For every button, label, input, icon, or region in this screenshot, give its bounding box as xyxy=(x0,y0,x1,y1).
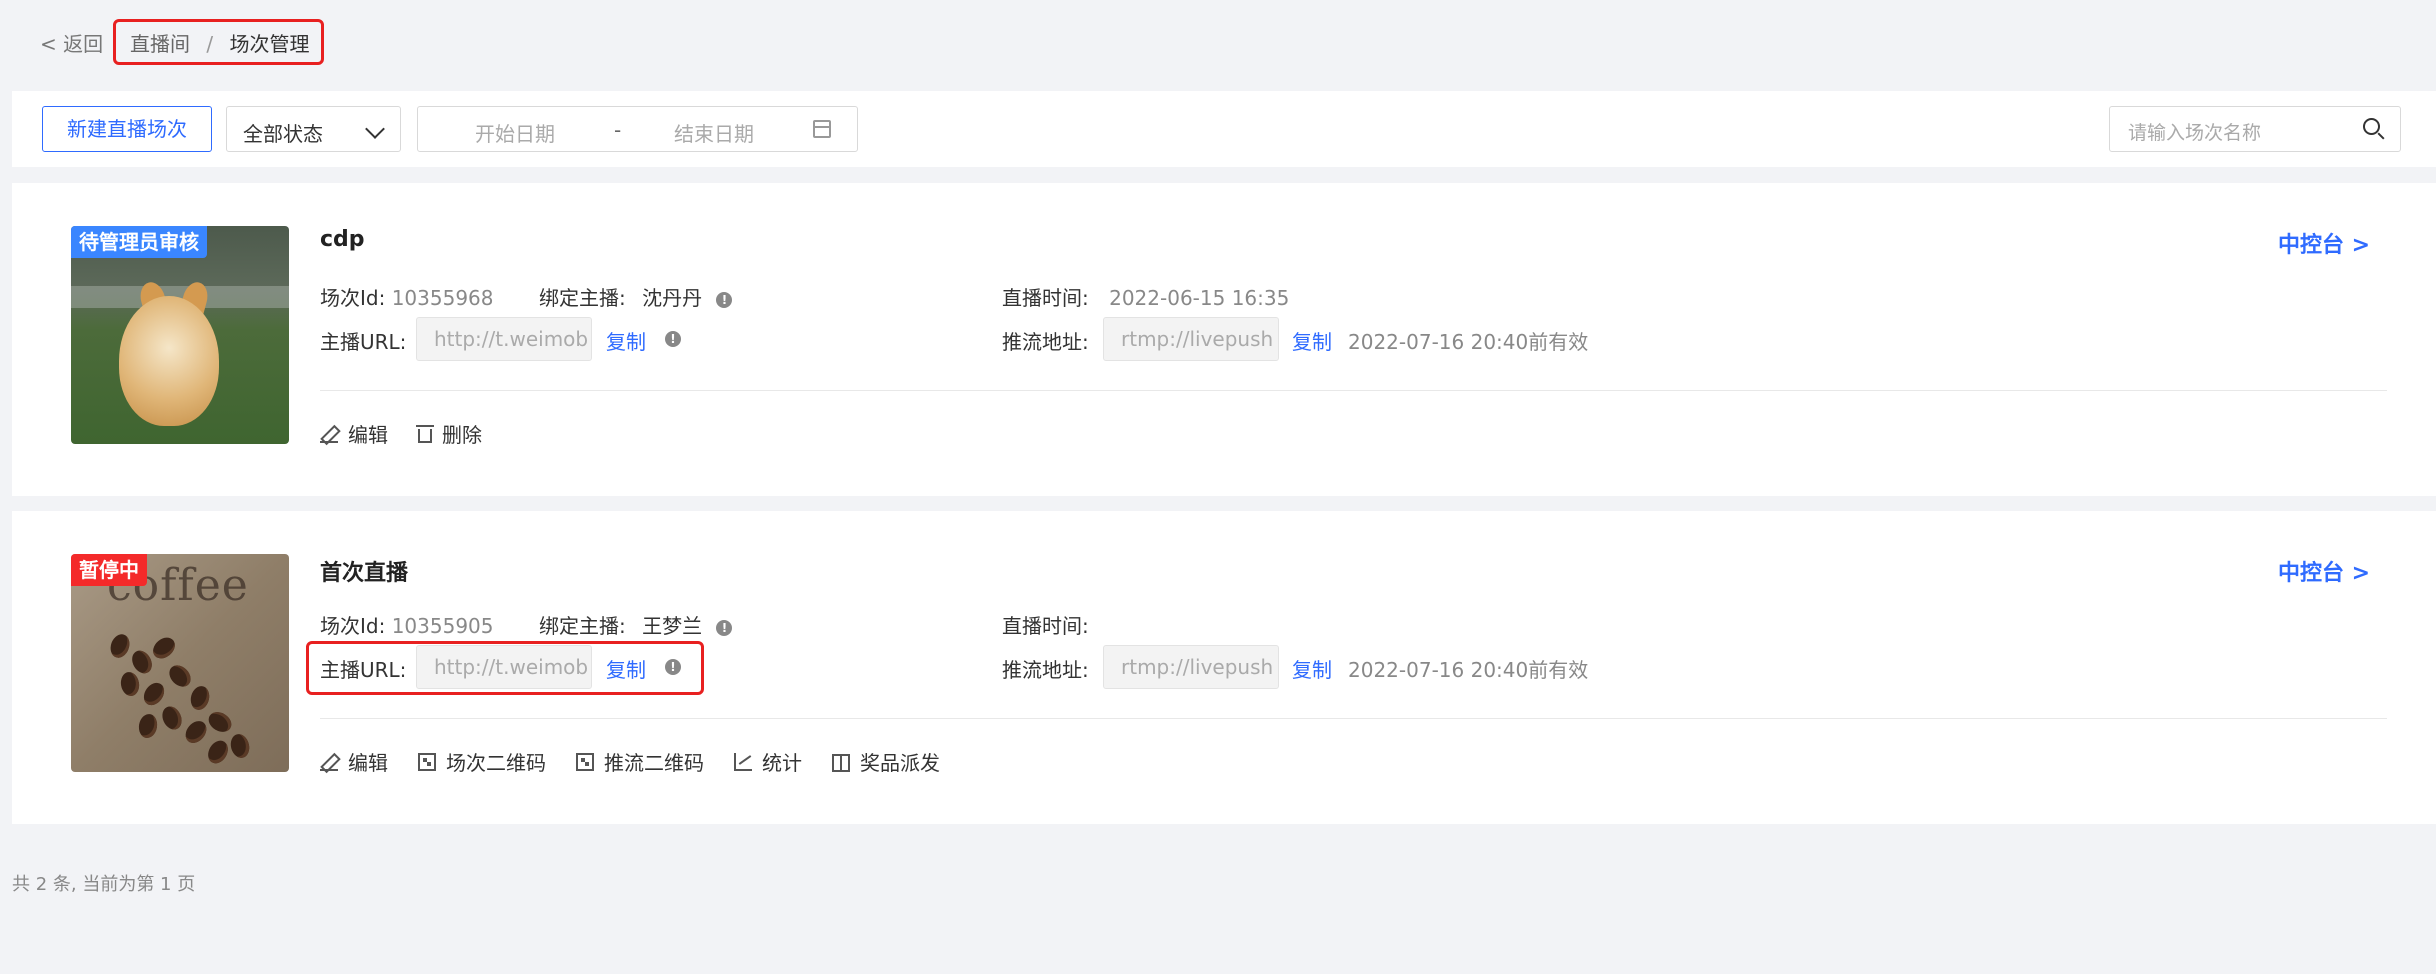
chevron-down-icon xyxy=(365,119,385,139)
session-cover-image xyxy=(71,226,289,444)
info-icon[interactable]: ! xyxy=(665,659,681,675)
push-url-expiry: 2022-07-16 20:40前有效 xyxy=(1348,330,1589,354)
session-id-value: 10355905 xyxy=(391,614,494,638)
copy-push-url-button[interactable]: 复制 xyxy=(1292,326,1332,355)
anchor-name: 王梦兰 xyxy=(642,614,703,638)
line-chart-icon xyxy=(734,752,752,771)
anchor-row: 绑定主播: 沈丹丹 ! xyxy=(539,282,733,311)
info-icon[interactable]: ! xyxy=(716,291,733,308)
session-cover-image: coffee xyxy=(71,554,289,772)
status-select[interactable]: 全部状态 xyxy=(226,106,401,152)
trash-icon xyxy=(416,424,434,443)
edit-icon xyxy=(320,753,338,771)
anchor-label: 绑定主播: xyxy=(539,286,626,310)
calendar-icon[interactable] xyxy=(813,120,831,138)
search-input[interactable]: 请输入场次名称 xyxy=(2109,106,2401,152)
anchor-url-label: 主播URL: xyxy=(320,330,407,354)
push-url-field[interactable]: rtmp://livepush xyxy=(1103,317,1279,361)
search-placeholder: 请输入场次名称 xyxy=(2128,122,2262,144)
anchor-name: 沈丹丹 xyxy=(642,286,703,310)
statistics-label: 统计 xyxy=(762,751,802,775)
edit-icon xyxy=(320,425,338,443)
anchor-url-field[interactable]: http://t.weimob xyxy=(416,645,592,689)
session-id-row: 场次Id: 10355968 xyxy=(320,282,494,311)
prize-distribution-label: 奖品派发 xyxy=(860,751,940,775)
new-session-button[interactable]: 新建直播场次 xyxy=(42,106,212,152)
filter-toolbar: 新建直播场次 全部状态 开始日期 - 结束日期 请输入场次名称 xyxy=(12,91,2436,167)
edit-label: 编辑 xyxy=(348,751,388,775)
push-url-field[interactable]: rtmp://livepush xyxy=(1103,645,1279,689)
session-title: cdp xyxy=(320,227,365,252)
status-badge: 待管理员审核 xyxy=(71,226,207,258)
push-qrcode-button[interactable]: 推流二维码 xyxy=(576,747,704,776)
edit-button[interactable]: 编辑 xyxy=(320,747,388,776)
prize-distribution-button[interactable]: 奖品派发 xyxy=(832,747,940,776)
delete-label: 删除 xyxy=(442,423,482,447)
pagination-summary: 共 2 条, 当前为第 1 页 xyxy=(12,874,196,895)
session-id-label: 场次Id: xyxy=(320,614,386,638)
card-actions: 编辑 删除 xyxy=(320,419,512,448)
divider xyxy=(320,390,2387,391)
anchor-url-field[interactable]: http://t.weimob xyxy=(416,317,592,361)
push-url-label: 推流地址: xyxy=(1002,330,1089,354)
session-card: coffee 暂停中 首次直播 中控台 > 场次Id: 10355905 绑定主… xyxy=(12,511,2436,824)
session-card: 待管理员审核 cdp 中控台 > 场次Id: 10355968 绑定主播: 沈丹… xyxy=(12,183,2436,496)
push-qrcode-label: 推流二维码 xyxy=(604,751,704,775)
live-time-label: 直播时间: xyxy=(1002,286,1089,310)
live-time-label: 直播时间: xyxy=(1002,614,1089,638)
console-link[interactable]: 中控台 > xyxy=(2278,227,2370,259)
breadcrumb-item-live-room[interactable]: 直播间 xyxy=(130,32,190,56)
status-badge: 暂停中 xyxy=(71,554,147,586)
qrcode-icon xyxy=(576,752,594,771)
breadcrumb-separator: / xyxy=(206,32,214,56)
breadcrumb-item-session-management: 场次管理 xyxy=(229,32,310,56)
push-url-expiry: 2022-07-16 20:40前有效 xyxy=(1348,658,1589,682)
edit-label: 编辑 xyxy=(348,423,388,447)
status-select-value: 全部状态 xyxy=(243,122,323,146)
anchor-url-label: 主播URL: xyxy=(320,658,407,682)
copy-push-url-button[interactable]: 复制 xyxy=(1292,654,1332,683)
anchor-label: 绑定主播: xyxy=(539,614,626,638)
live-time-value: 2022-06-15 16:35 xyxy=(1109,286,1290,310)
anchor-row: 绑定主播: 王梦兰 ! xyxy=(539,610,733,639)
session-title: 首次直播 xyxy=(320,561,409,586)
edit-button[interactable]: 编辑 xyxy=(320,419,388,448)
qrcode-icon xyxy=(418,752,436,771)
live-time-row: 直播时间: 2022-06-15 16:35 xyxy=(1002,282,1289,311)
session-qrcode-label: 场次二维码 xyxy=(446,751,546,775)
live-time-row: 直播时间: xyxy=(1002,610,1103,639)
search-icon[interactable] xyxy=(2363,118,2380,135)
divider xyxy=(320,718,2387,719)
session-id-row: 场次Id: 10355905 xyxy=(320,610,494,639)
statistics-button[interactable]: 统计 xyxy=(734,747,802,776)
date-range-picker[interactable]: 开始日期 - 结束日期 xyxy=(417,106,858,152)
card-actions: 编辑 场次二维码 推流二维码 统计 奖品派发 xyxy=(320,747,970,776)
copy-anchor-url-button[interactable]: 复制 xyxy=(606,654,646,683)
info-icon[interactable]: ! xyxy=(716,619,733,636)
info-icon[interactable]: ! xyxy=(665,331,681,347)
session-id-label: 场次Id: xyxy=(320,286,386,310)
delete-button[interactable]: 删除 xyxy=(416,419,482,448)
top-bar: < 返回 直播间 / 场次管理 xyxy=(0,0,2436,84)
push-url-label: 推流地址: xyxy=(1002,658,1089,682)
date-separator: - xyxy=(614,118,622,142)
gift-icon xyxy=(832,753,850,772)
start-date-input[interactable]: 开始日期 xyxy=(475,118,555,147)
end-date-input[interactable]: 结束日期 xyxy=(674,118,754,147)
copy-anchor-url-button[interactable]: 复制 xyxy=(606,326,646,355)
console-link[interactable]: 中控台 > xyxy=(2278,555,2370,587)
back-link[interactable]: < 返回 xyxy=(40,28,103,57)
breadcrumb: 直播间 / 场次管理 xyxy=(130,28,309,57)
session-qrcode-button[interactable]: 场次二维码 xyxy=(418,747,546,776)
session-id-value: 10355968 xyxy=(391,286,494,310)
